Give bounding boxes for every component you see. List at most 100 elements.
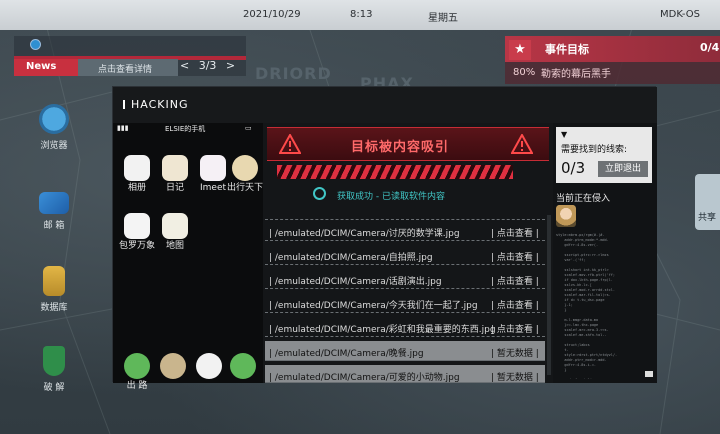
app-label: 地图 [165,241,184,251]
event-header: ★ 事件目标 0/4 [505,36,720,62]
file-browser: 目标被内容吸引 获取成功 - 已读取软件内容 | /emulated/DCIM/… [263,123,553,383]
file-row[interactable]: | /emulated/DCIM/Camera/话剧演出.jpg | 点击查看 … [265,269,545,289]
desktop-browser[interactable]: 浏览器 [28,104,80,151]
status-os: MDK-OS [660,9,700,20]
globe-icon [30,39,41,50]
signal-icon: ▮▮▮ [117,124,129,132]
dock-messages[interactable] [223,353,263,381]
plane-icon [232,155,258,181]
status-date: 2021/10/29 [243,9,301,20]
no-data-label: | 暂无数据 | [491,349,539,359]
file-row[interactable]: | /emulated/DCIM/Camera/晚餐.jpg | 暂无数据 | [265,341,545,361]
imeet-icon [200,155,226,181]
list-divider [265,219,545,220]
hacking-window: HACKING ▮▮▮ ELSIE的手机 ▭ 相册 日记 Imeet 出行天下 … [112,86,657,391]
clue-count: 0/3 [561,159,586,177]
target-icon [313,187,326,200]
view-button[interactable]: | 点击查看 | [491,226,539,239]
event-count: 0/4 [700,41,720,54]
desktop-label: 破 解 [43,383,65,393]
file-path: | /emulated/DCIM/Camera/晚餐.jpg [269,349,424,359]
contacts-icon [160,353,186,379]
no-data-label: | 暂无数据 | [491,373,539,383]
view-button[interactable]: | 点击查看 | [491,298,539,311]
success-text: 获取成功 - 已读取软件内容 [337,192,445,202]
app-label: 出行天下 [226,183,263,193]
code-log: style:mbrm.px/rgm(#.|#. addr.ptrm_mode:*… [556,233,618,379]
news-page: 3/3 [198,59,217,72]
desktop-database[interactable]: 数据库 [28,266,80,313]
app-label: 包罗万象 [118,241,155,251]
status-time: 8:13 [350,9,373,20]
scrollbar[interactable] [645,371,653,377]
app-photos[interactable]: 相册 [117,155,157,193]
diary-icon [162,155,188,181]
status-weekday: 星期五 [428,13,458,24]
battery-icon: ▭ [245,124,252,132]
news-tag: News [14,59,78,76]
scrollbar[interactable] [547,215,551,375]
file-path: | /emulated/DCIM/Camera/话剧演出.jpg [269,277,442,287]
file-row[interactable]: | /emulated/DCIM/Camera/今天我们在一起了.jpg | 点… [265,293,545,313]
phone-owner: ELSIE的手机 [165,125,206,133]
event-progress: 80% [513,67,536,78]
photos-icon [124,155,150,181]
phone-call-icon [124,353,150,379]
star-icon: ★ [509,40,531,60]
clue-box: ▼ 需要找到的线索: 0/3 立即退出 [556,127,652,183]
file-path: | /emulated/DCIM/Camera/可爱的小动物.jpg [269,373,460,383]
event-panel[interactable]: ★ 事件目标 0/4 80% 勒索的幕后黑手 [505,36,720,84]
file-row[interactable]: | /emulated/DCIM/Camera/讨厌的数学课.jpg | 点击查… [265,221,545,241]
app-map[interactable]: 地图 [155,213,195,251]
app-diary[interactable]: 日记 [155,155,195,193]
file-row[interactable]: | /emulated/DCIM/Camera/彩虹和我最重要的东西.jpg |… [265,317,545,337]
app-label: 日记 [165,183,184,193]
app-shopping[interactable]: 包罗万象 [117,213,157,251]
share-label: 共享 [698,213,717,223]
shopping-icon [124,213,150,239]
file-row[interactable]: | /emulated/DCIM/Camera/可爱的小动物.jpg | 暂无数… [265,365,545,383]
exit-button[interactable]: 立即退出 [598,161,648,177]
event-subheader: 80% 勒索的幕后黑手 [505,62,720,84]
desktop-label: 邮 箱 [43,221,65,231]
file-path: | /emulated/DCIM/Camera/自拍照.jpg [269,253,433,263]
shield-icon [43,346,65,376]
database-icon [43,266,65,296]
warning-icon [511,134,533,154]
invading-label: 当前正在侵入 [556,194,611,204]
collapse-toggle[interactable]: ▼ [561,130,567,139]
news-detail-button[interactable]: 点击查看详情 [78,59,178,76]
file-path: | /emulated/DCIM/Camera/讨厌的数学课.jpg [269,229,460,239]
alert-text: 目标被内容吸引 [351,140,450,155]
search-app-icon [196,353,222,379]
clue-panel: ▼ 需要找到的线索: 0/3 立即退出 当前正在侵入 style:mbrm.px… [553,123,657,383]
view-button[interactable]: | 点击查看 | [491,250,539,263]
desktop-label: 数据库 [40,303,68,313]
desktop-mail[interactable]: 邮 箱 [28,188,80,231]
news-prev-button[interactable]: < [180,59,189,72]
window-title: HACKING [113,87,657,123]
view-button[interactable]: | 点击查看 | [491,274,539,287]
progress-stripe [277,165,513,179]
avatar [556,205,576,227]
news-bar: News 点击查看详情 < 3/3 > [14,36,246,76]
share-tab[interactable]: 共享 [695,174,720,230]
file-path: | /emulated/DCIM/Camera/今天我们在一起了.jpg [269,301,478,311]
app-label: 相册 [127,183,146,193]
dock-contacts[interactable] [153,353,193,381]
dock-phone[interactable]: 出 路 [117,353,157,391]
desktop-label: 浏览器 [40,141,68,151]
desktop-crack[interactable]: 破 解 [28,346,80,393]
app-label: 出 路 [126,381,148,391]
message-icon [230,353,256,379]
phone-screen: ▮▮▮ ELSIE的手机 ▭ 相册 日记 Imeet 出行天下 包罗万象 地图 [113,123,265,391]
status-bar: 2021/10/29 8:13 星期五 MDK-OS [0,0,720,30]
view-button[interactable]: | 点击查看 | [491,322,539,335]
news-next-button[interactable]: > [226,59,235,72]
alert-banner: 目标被内容吸引 [267,127,549,161]
file-row[interactable]: | /emulated/DCIM/Camera/自拍照.jpg | 点击查看 | [265,245,545,265]
clue-label: 需要找到的线索: [561,145,628,155]
warning-icon [279,134,301,154]
app-travel[interactable]: 出行天下 [225,155,265,193]
mail-icon [39,192,69,214]
